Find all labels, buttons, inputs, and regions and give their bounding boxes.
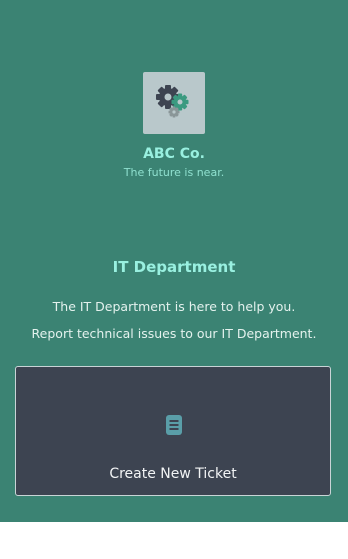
company-logo [143,72,205,134]
department-title: IT Department [112,258,236,276]
main-panel: ABC Co. The future is near. IT Departmen… [0,0,348,522]
create-ticket-label: Create New Ticket [109,466,237,482]
department-description-line2: Report technical issues to our IT Depart… [31,326,317,341]
create-ticket-button[interactable]: Create New Ticket [15,366,331,496]
company-name: ABC Co. [143,146,205,162]
department-description-line1: The IT Department is here to help you. [52,299,296,314]
company-tagline: The future is near. [123,166,225,179]
gears-icon [156,85,189,118]
document-icon [166,415,182,435]
